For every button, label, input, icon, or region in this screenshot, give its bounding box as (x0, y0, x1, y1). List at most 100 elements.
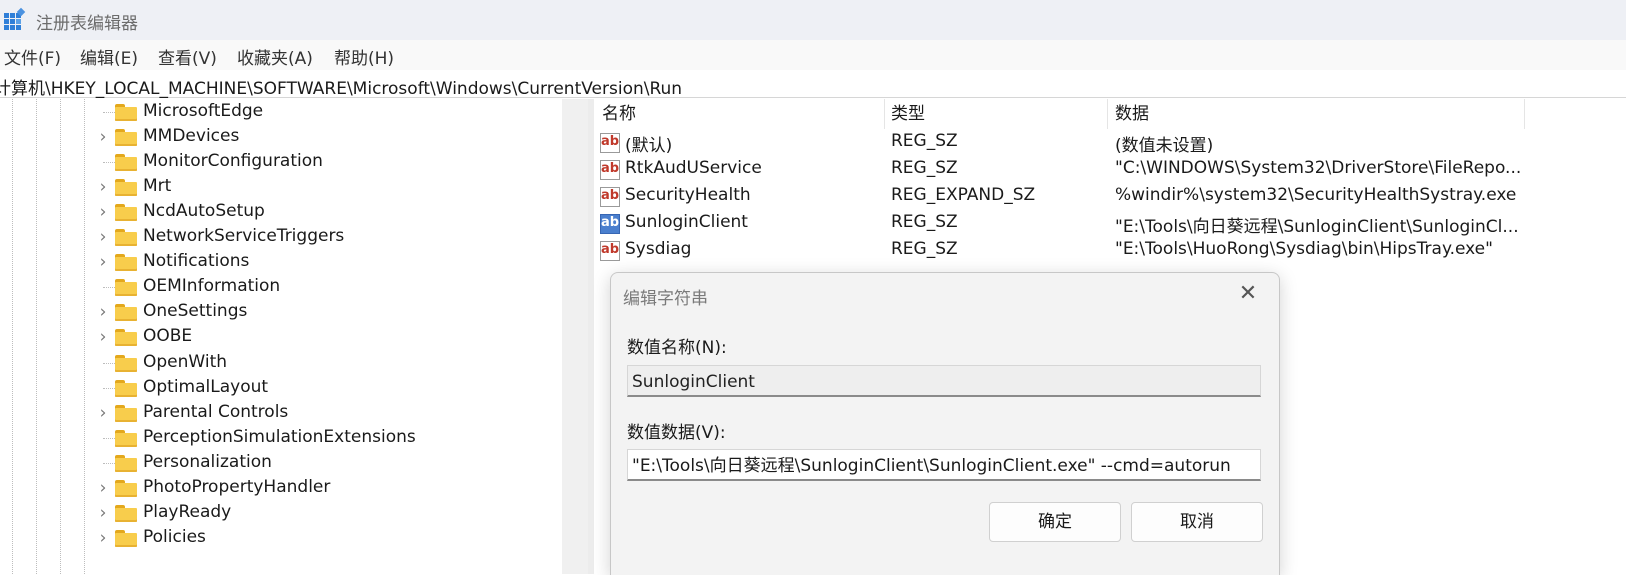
value-name: (默认) (625, 136, 673, 156)
tree-item[interactable]: Personalization (95, 451, 565, 476)
dialog-title: 编辑字符串 (623, 289, 708, 309)
chevron-right-icon[interactable]: › (95, 527, 111, 549)
tree-item[interactable]: › OneSettings (95, 300, 565, 325)
title-bar: 注册表编辑器 (0, 0, 1626, 40)
folder-icon (115, 354, 137, 372)
value-row[interactable]: ab RtkAudUService REG_SZ "C:\WINDOWS\System… (594, 156, 1626, 183)
folder-icon (115, 304, 137, 322)
menu-file[interactable]: 文件(F) (4, 44, 61, 69)
address-bar[interactable]: 计算机\HKEY_LOCAL_MACHINE\SOFTWARE\Microsof… (0, 72, 1626, 99)
value-data-input[interactable]: "E:\Tools\向日葵远程\SunloginClient\SunloginC… (627, 449, 1261, 481)
string-value-icon: ab (600, 160, 620, 180)
tree-item[interactable]: MicrosoftEdge (95, 100, 565, 125)
tree-item[interactable]: OptimalLayout (95, 376, 565, 401)
cancel-button[interactable]: 取消 (1131, 502, 1263, 542)
folder-icon (115, 179, 137, 197)
menu-view[interactable]: 查看(V) (158, 44, 217, 69)
value-row[interactable]: ab (默认) REG_SZ (数值未设置) (594, 129, 1626, 156)
folder-icon (115, 379, 137, 397)
folder-icon (115, 454, 137, 472)
value-row[interactable]: ab SunloginClient REG_SZ "E:\Tools\向日葵远程\Su… (594, 210, 1626, 237)
column-header-name[interactable]: 名称 (602, 99, 636, 129)
column-header-data[interactable]: 数据 (1115, 99, 1149, 129)
string-value-icon: ab (600, 214, 620, 234)
chevron-right-icon[interactable]: › (95, 326, 111, 348)
tree-item-label: OEMInformation (143, 276, 281, 297)
value-type: REG_SZ (891, 212, 958, 232)
tree-guide-line (84, 99, 85, 574)
string-value-icon: ab (600, 241, 620, 261)
tree-item[interactable]: › MMDevices (95, 125, 565, 150)
chevron-right-icon[interactable]: › (95, 201, 111, 223)
ok-button[interactable]: 确定 (989, 502, 1121, 542)
value-name-field[interactable]: SunloginClient (627, 365, 1261, 397)
value-row[interactable]: ab SecurityHealth REG_EXPAND_SZ %windir%\sy… (594, 183, 1626, 210)
string-value-icon: ab (600, 133, 620, 153)
tree-item-label: PerceptionSimulationExtensions (143, 426, 416, 447)
chevron-right-icon[interactable]: › (95, 126, 111, 148)
value-data: %windir%\system32\SecurityHealthSystray.… (1115, 185, 1517, 205)
edit-string-dialog: 编辑字符串 ✕ 数值名称(N): SunloginClient 数值数据(V):… (610, 272, 1280, 575)
chevron-right-icon[interactable]: › (95, 502, 111, 524)
tree-item[interactable]: › Policies (95, 526, 565, 551)
tree-item[interactable]: OEMInformation (95, 275, 565, 300)
chevron-right-icon[interactable]: › (95, 301, 111, 323)
value-type: REG_EXPAND_SZ (891, 185, 1036, 205)
tree-scrollbar[interactable] (562, 99, 588, 574)
tree-item[interactable]: › Parental Controls (95, 401, 565, 426)
value-type: REG_SZ (891, 158, 958, 178)
close-icon[interactable]: ✕ (1231, 279, 1265, 309)
tree-item[interactable]: › OOBE (95, 325, 565, 350)
chevron-right-icon[interactable]: › (95, 251, 111, 273)
tree-guide-line (36, 99, 37, 574)
tree-item[interactable]: › PlayReady (95, 501, 565, 526)
tree-item[interactable]: OpenWith (95, 351, 565, 376)
tree-item-label: Mrt (143, 176, 172, 197)
address-path[interactable]: 计算机\HKEY_LOCAL_MACHINE\SOFTWARE\Microsof… (0, 74, 682, 99)
tree-item-label: OptimalLayout (143, 376, 269, 397)
key-tree-pane[interactable]: MicrosoftEdge › MMDevices MonitorConfigurat… (0, 99, 588, 574)
tree-item[interactable]: › Mrt (95, 175, 565, 200)
value-name: RtkAudUService (625, 158, 762, 178)
value-data: "C:\WINDOWS\System32\DriverStore\FileRep… (1115, 158, 1522, 178)
menu-edit[interactable]: 编辑(E) (80, 44, 138, 69)
window-title: 注册表编辑器 (36, 14, 138, 34)
tree-item-label: MMDevices (143, 126, 240, 147)
tree-item[interactable]: › PhotoPropertyHandler (95, 476, 565, 501)
column-divider[interactable] (1107, 99, 1108, 129)
value-row[interactable]: ab Sysdiag REG_SZ "E:\Tools\HuoRong\Sysdiag… (594, 237, 1626, 264)
value-data-label: 数值数据(V): (627, 423, 726, 443)
menu-help[interactable]: 帮助(H) (334, 44, 394, 69)
folder-icon (115, 329, 137, 347)
value-name: SunloginClient (625, 212, 748, 232)
tree-item-label: MicrosoftEdge (143, 101, 264, 121)
tree-item-label: PlayReady (143, 501, 232, 522)
tree-item[interactable]: › NetworkServiceTriggers (95, 225, 565, 250)
tree-item-label: NetworkServiceTriggers (143, 226, 345, 247)
column-header-type[interactable]: 类型 (891, 99, 925, 129)
column-divider[interactable] (1524, 99, 1525, 129)
tree-item-label: Parental Controls (143, 401, 289, 422)
folder-icon (115, 254, 137, 272)
tree-item-label: MonitorConfiguration (143, 151, 323, 172)
chevron-right-icon[interactable]: › (95, 402, 111, 424)
folder-icon (115, 504, 137, 522)
tree-item[interactable]: › NcdAutoSetup (95, 200, 565, 225)
chevron-right-icon[interactable]: › (95, 477, 111, 499)
tree-item[interactable]: MonitorConfiguration (95, 150, 565, 175)
value-data: "E:\Tools\HuoRong\Sysdiag\bin\HipsTray.e… (1115, 239, 1493, 259)
tree-item-label: Policies (143, 526, 206, 547)
chevron-right-icon[interactable]: › (95, 226, 111, 248)
folder-icon (115, 204, 137, 222)
column-divider[interactable] (884, 99, 885, 129)
folder-icon (115, 479, 137, 497)
folder-icon (115, 404, 137, 422)
menu-favorites[interactable]: 收藏夹(A) (237, 44, 313, 69)
chevron-right-icon[interactable]: › (95, 176, 111, 198)
tree-item[interactable]: › Notifications (95, 250, 565, 275)
folder-icon (115, 229, 137, 247)
value-data: (数值未设置) (1115, 136, 1214, 156)
menu-bar: 文件(F) 编辑(E) 查看(V) 收藏夹(A) 帮助(H) (0, 40, 1626, 70)
tree-item[interactable]: PerceptionSimulationExtensions (95, 426, 565, 451)
tree-item-label: OneSettings (143, 301, 248, 322)
